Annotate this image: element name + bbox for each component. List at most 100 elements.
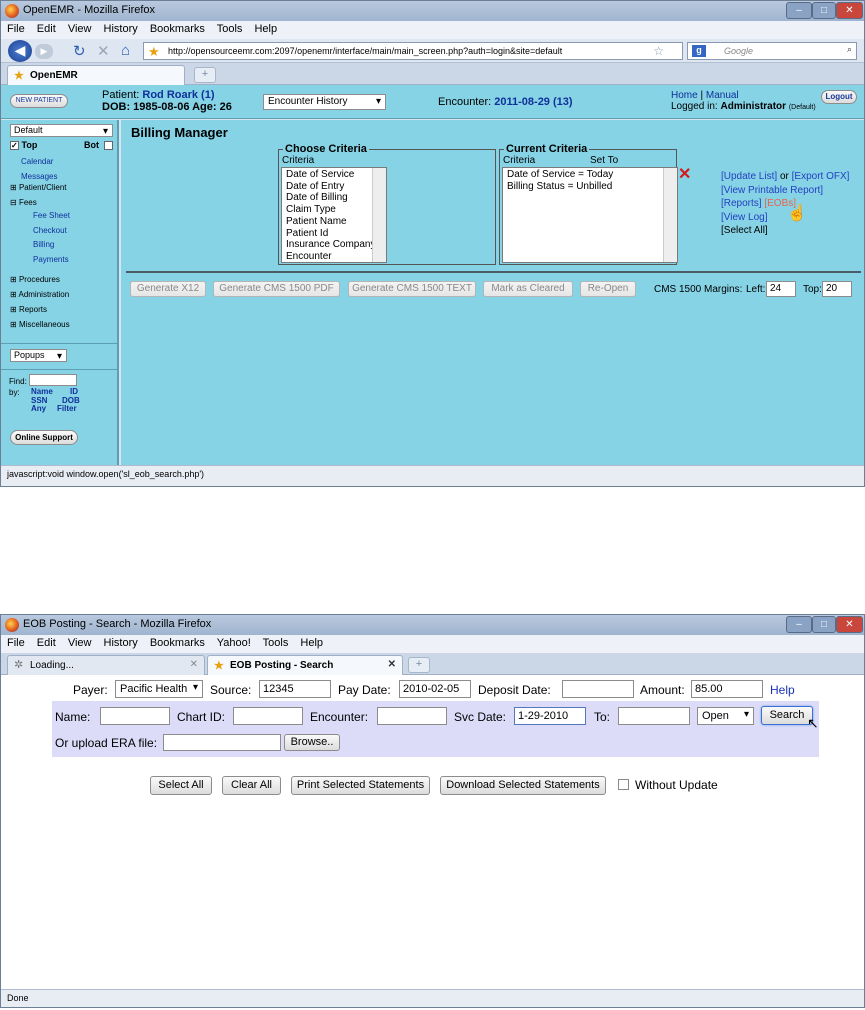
popups-select[interactable]: Popups	[10, 349, 67, 362]
menu-yahoo[interactable]: Yahoo!	[217, 637, 251, 649]
status-select[interactable]: Open	[697, 707, 754, 725]
current-criteria-item[interactable]: Date of Service = Today	[507, 169, 673, 181]
new-tab-button[interactable]: +	[194, 67, 216, 83]
sidebar-item-miscellaneous[interactable]: ⊞ Miscellaneous	[10, 317, 70, 332]
sidebar-item-payments[interactable]: Payments	[33, 253, 70, 268]
close-button[interactable]: ✕	[836, 2, 863, 19]
bot-checkbox[interactable]	[104, 141, 113, 150]
download-selected-button[interactable]: Download Selected Statements	[440, 776, 606, 795]
sidebar-item-fees[interactable]: ⊟ Fees	[10, 198, 37, 207]
view-log-link[interactable]: [View Log]	[721, 211, 849, 225]
default-select[interactable]: Default	[10, 124, 113, 137]
home-link[interactable]: Home	[671, 90, 698, 101]
stop-icon[interactable]: ✕	[97, 42, 110, 60]
current-criteria-scrollbar[interactable]	[663, 168, 677, 262]
url-bar[interactable]: ★ http://opensourceemr.com:2097/openemr/…	[143, 42, 683, 60]
deposit-date-input[interactable]	[562, 680, 634, 698]
new-tab-button[interactable]: +	[408, 657, 430, 673]
help-link[interactable]: Help	[770, 683, 795, 697]
remove-criteria-icon[interactable]: ✕	[678, 164, 691, 184]
close-button[interactable]: ✕	[836, 616, 863, 633]
find-input[interactable]	[29, 374, 77, 386]
menu-help[interactable]: Help	[300, 637, 323, 649]
menu-bookmarks[interactable]: Bookmarks	[150, 23, 205, 35]
printable-report-link[interactable]: [View Printable Report]	[721, 184, 849, 198]
generate-x12-button[interactable]: Generate X12	[130, 281, 206, 297]
criteria-item[interactable]: Date of Entry	[286, 181, 382, 193]
re-open-button[interactable]: Re-Open	[580, 281, 636, 297]
update-list-link[interactable]: [Update List]	[721, 171, 777, 182]
payer-select[interactable]: Pacific Health	[115, 680, 203, 698]
tab-close-icon[interactable]: ✕	[190, 659, 198, 670]
home-icon[interactable]: ⌂	[121, 42, 130, 59]
top-checkbox[interactable]: ✓	[10, 141, 19, 150]
criteria-item[interactable]: Patient Name	[286, 216, 382, 228]
encounter-value[interactable]: 2011-08-29 (13)	[494, 96, 572, 108]
sidebar-item-billing[interactable]: Billing	[33, 238, 70, 253]
back-icon[interactable]: ◀	[8, 40, 32, 62]
maximize-button[interactable]: □	[812, 2, 836, 19]
criteria-scrollbar[interactable]	[372, 168, 386, 262]
generate-cms1500-text-button[interactable]: Generate CMS 1500 TEXT	[348, 281, 476, 297]
search-button[interactable]: Search	[761, 706, 813, 725]
select-all-button[interactable]: Select All	[150, 776, 212, 795]
find-by-filter[interactable]: Filter	[57, 404, 77, 414]
criteria-item[interactable]: Encounter	[286, 251, 382, 263]
sidebar-item-calendar[interactable]: Calendar	[21, 154, 57, 169]
current-criteria-item[interactable]: Billing Status = Unbilled	[507, 181, 673, 193]
criteria-list[interactable]: Date of Service Date of Entry Date of Bi…	[281, 167, 387, 263]
amount-input[interactable]: 85.00	[691, 680, 763, 698]
logout-button[interactable]: Logout	[821, 90, 857, 104]
select-all-link[interactable]: [Select All]	[721, 224, 849, 238]
sidebar-item-checkout[interactable]: Checkout	[33, 224, 70, 239]
menu-view[interactable]: View	[68, 23, 92, 35]
menu-tools[interactable]: Tools	[217, 23, 243, 35]
clear-all-button[interactable]: Clear All	[222, 776, 281, 795]
menu-view[interactable]: View	[68, 637, 92, 649]
maximize-button[interactable]: □	[812, 616, 836, 633]
browse-button[interactable]: Browse..	[284, 734, 340, 751]
tab-loading[interactable]: ✲ Loading... ✕	[7, 655, 205, 675]
menu-history[interactable]: History	[104, 637, 138, 649]
mark-as-cleared-button[interactable]: Mark as Cleared	[483, 281, 573, 297]
name-input[interactable]	[100, 707, 170, 725]
new-patient-button[interactable]: NEW PATIENT	[10, 94, 68, 108]
era-file-input[interactable]	[163, 734, 281, 751]
criteria-item[interactable]: Date of Service	[286, 169, 382, 181]
star-outline-icon[interactable]: ☆	[653, 44, 664, 58]
manual-link[interactable]: Manual	[706, 90, 739, 101]
minimize-button[interactable]: –	[786, 2, 812, 19]
source-input[interactable]: 12345	[259, 680, 331, 698]
forward-icon[interactable]: ▶	[35, 44, 53, 59]
sidebar-item-fee-sheet[interactable]: Fee Sheet	[33, 209, 70, 224]
print-selected-button[interactable]: Print Selected Statements	[291, 776, 430, 795]
search-box[interactable]: g Google ⌕	[687, 42, 857, 60]
find-by-any[interactable]: Any	[31, 404, 46, 413]
export-ofx-link[interactable]: [Export OFX]	[792, 171, 850, 182]
encounter-input[interactable]	[377, 707, 447, 725]
menu-history[interactable]: History	[104, 23, 138, 35]
patient-name[interactable]: Rod Roark (1)	[142, 89, 214, 101]
criteria-item[interactable]: Patient Id	[286, 228, 382, 240]
tab-close-icon[interactable]: ✕	[388, 659, 396, 670]
criteria-item[interactable]: Insurance Company	[286, 239, 382, 251]
sidebar-item-administration[interactable]: ⊞ Administration	[10, 287, 70, 302]
criteria-item[interactable]: Claim Type	[286, 204, 382, 216]
current-criteria-list[interactable]: Date of Service = Today Billing Status =…	[502, 167, 678, 263]
menu-tools[interactable]: Tools	[263, 637, 289, 649]
sidebar-item-procedures[interactable]: ⊞ Procedures	[10, 272, 70, 287]
magnifier-icon[interactable]: ⌕	[847, 44, 852, 55]
menu-file[interactable]: File	[7, 23, 25, 35]
sidebar-item-patient-client[interactable]: ⊞ Patient/Client	[10, 183, 67, 192]
menu-edit[interactable]: Edit	[37, 23, 56, 35]
menu-edit[interactable]: Edit	[37, 637, 56, 649]
chart-id-input[interactable]	[233, 707, 303, 725]
menu-bookmarks[interactable]: Bookmarks	[150, 637, 205, 649]
to-date-input[interactable]	[618, 707, 690, 725]
sidebar-item-reports[interactable]: ⊞ Reports	[10, 302, 70, 317]
tab-openemr[interactable]: ★ OpenEMR	[7, 65, 185, 85]
criteria-item[interactable]: Date of Billing	[286, 192, 382, 204]
tab-eob-posting[interactable]: ★ EOB Posting - Search ✕	[207, 655, 403, 675]
minimize-button[interactable]: –	[786, 616, 812, 633]
menu-help[interactable]: Help	[254, 23, 277, 35]
